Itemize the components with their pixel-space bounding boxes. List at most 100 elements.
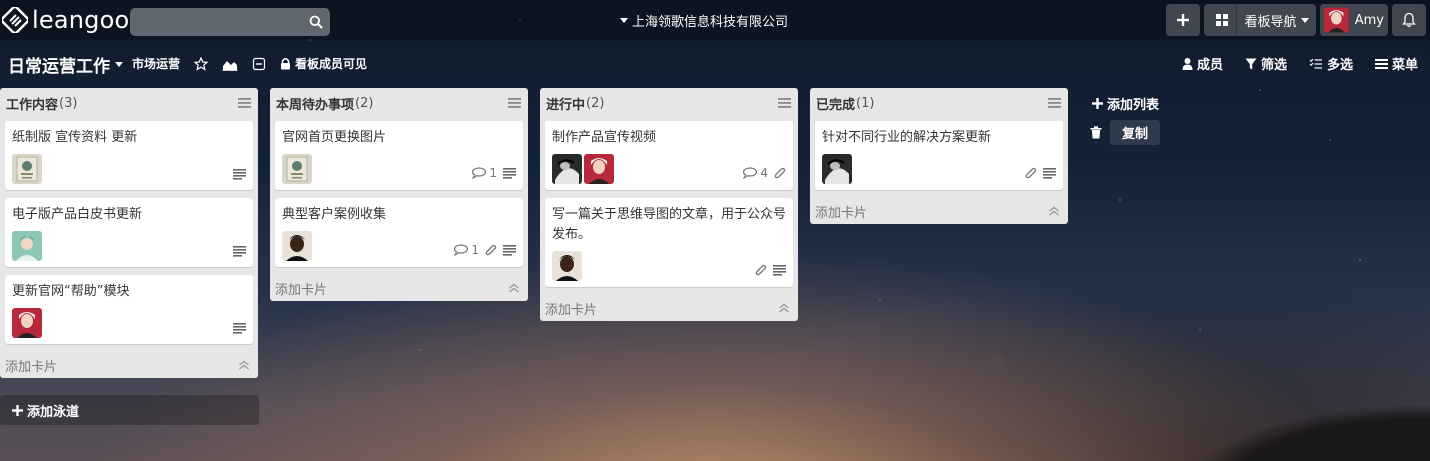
collapse-list-icon[interactable] <box>1048 206 1060 216</box>
collapse-list-icon[interactable] <box>238 360 250 370</box>
add-list-button[interactable]: 添加列表 <box>1092 94 1159 113</box>
background-hill <box>1070 371 1430 461</box>
user-menu[interactable]: Amy <box>1320 4 1388 36</box>
avatar <box>282 154 312 184</box>
trash-icon[interactable] <box>1090 126 1102 139</box>
collapse-list-icon[interactable] <box>778 303 790 313</box>
card[interactable]: 针对不同行业的解决方案更新 <box>815 121 1063 190</box>
card-title: 典型客户案例收集 <box>282 207 387 222</box>
list-header[interactable]: 进行中 (2) <box>540 88 798 118</box>
list-menu-icon[interactable] <box>508 98 521 108</box>
search-input[interactable] <box>130 8 300 36</box>
top-right-actions: 看板导航 Amy <box>1166 4 1426 36</box>
user-name: Amy <box>1354 12 1384 28</box>
paperclip-icon <box>774 167 786 179</box>
card[interactable]: 典型客户案例收集 1 <box>275 198 523 267</box>
board-tag[interactable]: 市场运营 <box>132 55 180 72</box>
card-badges <box>233 246 246 261</box>
card-title: 电子版产品白皮书更新 <box>12 207 143 222</box>
board-nav-button[interactable]: 看板导航 <box>1204 4 1316 36</box>
avatar <box>282 231 312 261</box>
list-header[interactable]: 已完成 (1) <box>810 88 1068 118</box>
list: 已完成 (1) 针对不同行业的解决方案更新 添加卡片 <box>810 88 1068 224</box>
card[interactable]: 电子版产品白皮书更新 <box>5 198 253 267</box>
card-members <box>12 231 42 261</box>
description-icon <box>233 246 246 257</box>
add-button[interactable] <box>1166 4 1200 36</box>
copy-button[interactable]: 复制 <box>1110 120 1161 145</box>
collapse-list-icon[interactable] <box>508 283 520 293</box>
list-menu-icon[interactable] <box>238 98 251 108</box>
board-actions: 成员 筛选 多选 菜单 <box>1182 54 1418 73</box>
description-icon <box>503 167 516 179</box>
card-footer <box>822 154 1056 184</box>
card-members <box>12 154 42 184</box>
list-header[interactable]: 本周待办事项 (2) <box>270 88 528 118</box>
collapse-icon[interactable] <box>252 57 266 71</box>
avatar <box>1324 7 1349 33</box>
avatar <box>552 154 582 184</box>
add-card-label: 添加卡片 <box>275 282 328 298</box>
description-icon <box>233 169 246 180</box>
list-header[interactable]: 工作内容 (3) <box>0 88 258 118</box>
list-count: (2) <box>586 95 605 111</box>
avatar <box>12 154 42 184</box>
comment-badge: 1 <box>471 166 497 180</box>
list-count: (1) <box>856 95 875 111</box>
list-title: 已完成 <box>816 97 856 113</box>
plus-icon <box>1092 98 1103 109</box>
add-card-button[interactable]: 添加卡片 <box>270 275 528 301</box>
list-menu-icon[interactable] <box>778 98 791 108</box>
company-switcher[interactable]: 上海领歌信息科技有限公司 <box>620 11 788 30</box>
card-badges <box>233 169 246 184</box>
card[interactable]: 写一篇关于思维导图的文章，用于公众号发布。 <box>545 198 793 287</box>
paperclip-icon <box>1025 167 1037 179</box>
card-members <box>822 154 852 184</box>
chart-icon[interactable] <box>222 57 238 71</box>
search-icon[interactable] <box>309 15 323 29</box>
card-footer <box>12 308 246 338</box>
card[interactable]: 更新官网“帮助”模块 <box>5 275 253 344</box>
comment-count: 4 <box>760 166 768 180</box>
add-lane-button[interactable]: 添加泳道 <box>0 395 259 425</box>
top-bar: leangoo 上海领歌信息科技有限公司 看板导航 Amy <box>0 0 1430 40</box>
card[interactable]: 制作产品宣传视频 4 <box>545 121 793 190</box>
logo[interactable]: leangoo <box>2 6 129 34</box>
grid-icon <box>1216 14 1229 26</box>
card-footer <box>12 154 246 184</box>
star-icon[interactable] <box>194 56 209 71</box>
card-badges: 4 <box>742 166 786 184</box>
comment-icon <box>472 167 487 179</box>
copy-row: 复制 <box>1090 120 1161 145</box>
card-footer: 1 <box>282 154 516 184</box>
list-menu-icon[interactable] <box>1048 98 1061 108</box>
card-badges <box>755 263 786 281</box>
list-title: 本周待办事项 <box>276 97 355 113</box>
comment-icon <box>743 167 758 179</box>
add-card-button[interactable]: 添加卡片 <box>540 295 798 321</box>
menu-button[interactable]: 菜单 <box>1374 54 1418 73</box>
card-footer <box>12 231 246 261</box>
search-box <box>130 8 330 36</box>
card-title: 更新官网“帮助”模块 <box>12 284 130 299</box>
add-card-button[interactable]: 添加卡片 <box>810 198 1068 224</box>
chevron-down-icon <box>620 18 628 23</box>
multiselect-button[interactable]: 多选 <box>1309 54 1353 73</box>
card[interactable]: 官网首页更换图片 1 <box>275 121 523 190</box>
avatar <box>822 154 852 184</box>
notifications-button[interactable] <box>1392 4 1426 36</box>
description-icon <box>773 264 786 276</box>
list-title: 进行中 <box>546 97 586 113</box>
filter-button[interactable]: 筛选 <box>1245 54 1287 73</box>
comment-badge: 4 <box>742 166 768 180</box>
comment-count: 1 <box>489 166 497 180</box>
description-icon <box>503 244 516 256</box>
visibility-setting[interactable]: 看板成员可见 <box>280 55 367 72</box>
card-members <box>12 308 42 338</box>
card[interactable]: 纸制版 宣传资料 更新 <box>5 121 253 190</box>
board-title[interactable]: 日常运营工作 <box>8 52 123 77</box>
card-footer: 1 <box>282 231 516 261</box>
add-card-button[interactable]: 添加卡片 <box>0 352 258 378</box>
members-button[interactable]: 成员 <box>1182 54 1223 73</box>
paperclip-icon <box>485 244 497 256</box>
